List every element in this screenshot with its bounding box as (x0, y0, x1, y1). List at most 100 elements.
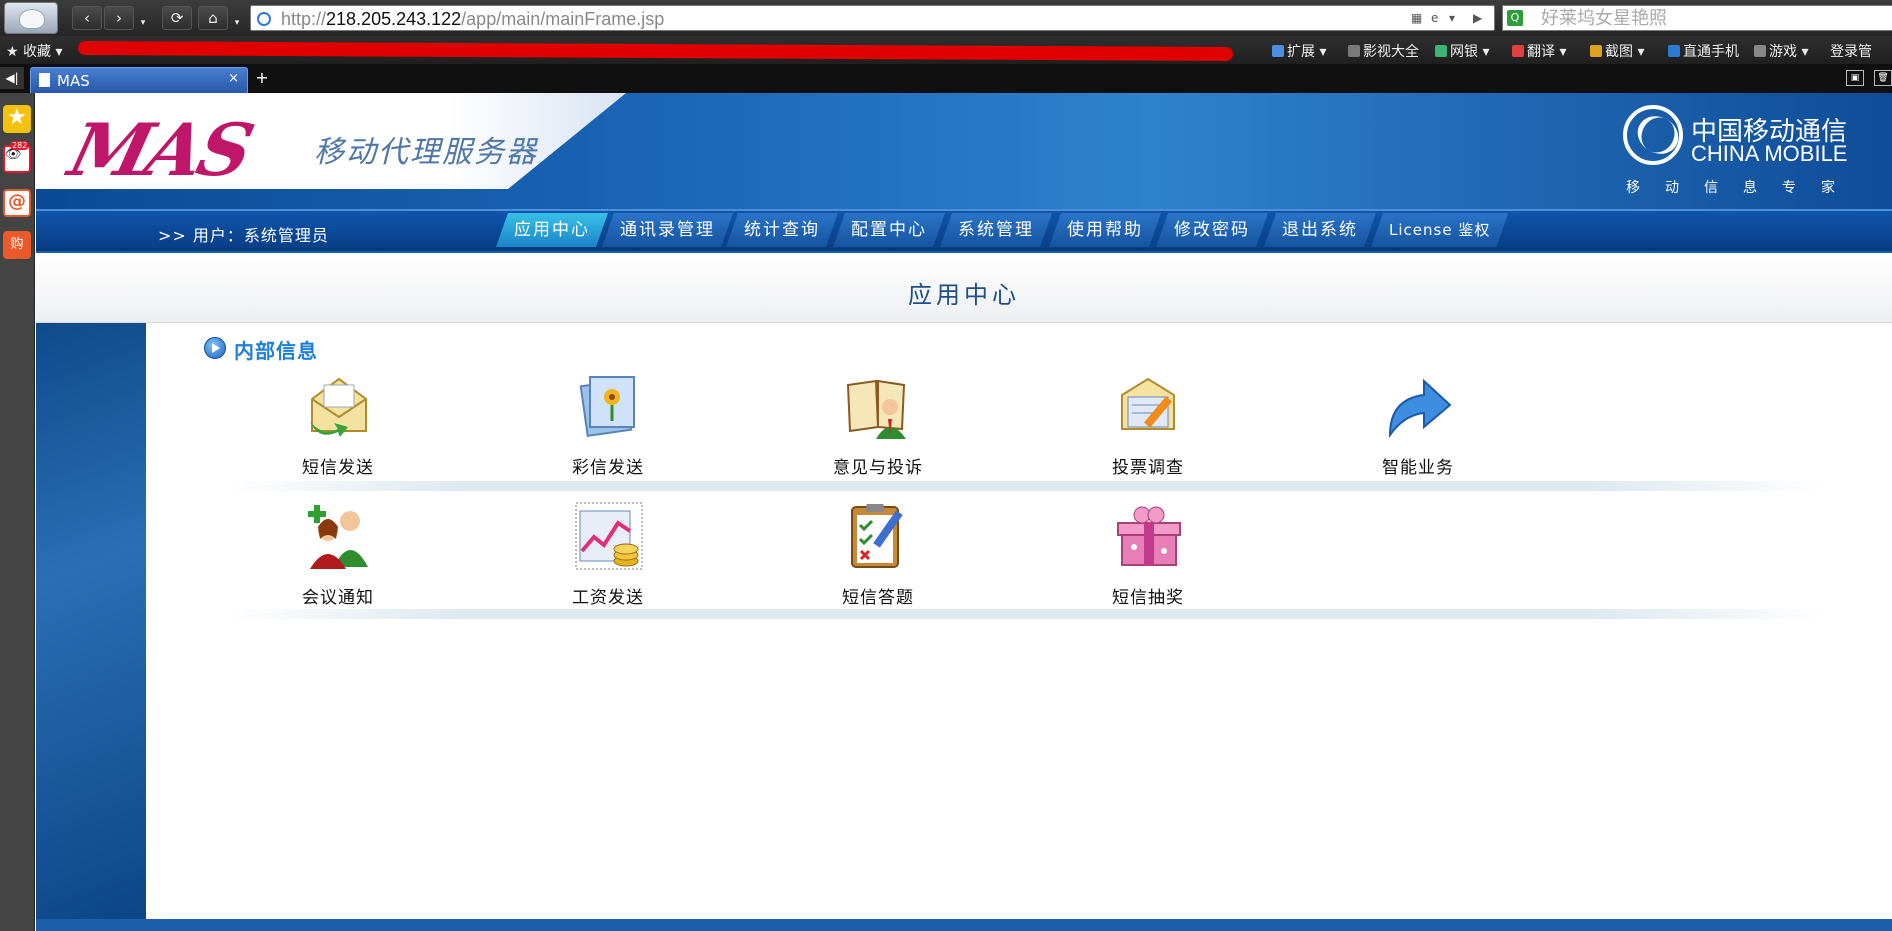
brand-slogan: 移动信息专家 (1626, 180, 1860, 196)
app-feedback[interactable]: 意见与投诉 (788, 371, 968, 491)
nav-config[interactable]: 配置中心 (833, 213, 945, 247)
left-decoration (36, 323, 146, 931)
app-label: 彩信发送 (572, 458, 644, 478)
bookmark-label: 影视大全 (1363, 44, 1419, 60)
app-salary-send[interactable]: 工资发送 (518, 501, 698, 621)
bookmark-movies[interactable]: 影视大全 (1348, 41, 1419, 61)
shield-icon (1435, 45, 1447, 57)
page-info-icon[interactable] (257, 12, 271, 26)
header-banner: MAS 移动代理服务器 中国移动通信 CHINA MOBILE 移动信息专家 (36, 93, 1892, 209)
picture-icon (579, 376, 635, 437)
tab-list-button[interactable]: ◀| (0, 67, 24, 89)
extensions-icon (1272, 45, 1284, 57)
bookmark-label: 扩展 (1287, 44, 1315, 60)
bookmark-extensions[interactable]: 扩展 ▾ (1272, 41, 1326, 61)
bookmark-games[interactable]: 游戏 ▾ (1754, 41, 1808, 61)
login-button[interactable]: 登录管 (1830, 41, 1872, 61)
qrcode-icon[interactable]: ▦ (1411, 11, 1422, 25)
bookmark-phone[interactable]: 直通手机 (1668, 41, 1739, 61)
address-bar[interactable]: http://218.205.243.122/app/main/mainFram… (250, 5, 1495, 31)
search-box[interactable]: Q (1502, 5, 1892, 31)
bookmark-label: 翻译 (1527, 44, 1555, 60)
play-circle-icon (204, 337, 226, 359)
document-icon (39, 73, 50, 87)
browser-toolbar: ‹ › ▾ ⟳ ⌂ ▾ http://218.205.243.122/app/m… (0, 0, 1892, 36)
section-title: 内部信息 (234, 339, 318, 363)
url-host: 218.205.243.122 (326, 9, 462, 29)
go-icon[interactable]: ▶ (1473, 11, 1482, 25)
home-button[interactable]: ⌂ (198, 6, 228, 30)
close-tab-icon[interactable]: × (228, 71, 239, 86)
nav-system[interactable]: 系统管理 (940, 213, 1052, 247)
translate-icon (1512, 45, 1524, 57)
app-label: 短信抽奖 (1112, 588, 1184, 608)
mas-page: MAS 移动代理服务器 中国移动通信 CHINA MOBILE 移动信息专家 >… (36, 93, 1892, 931)
people-icon (308, 505, 368, 569)
compat-mode-icon[interactable]: e (1431, 11, 1438, 25)
nav-statistics[interactable]: 统计查询 (726, 213, 838, 247)
shopping-icon[interactable]: 购 (3, 231, 31, 259)
content-title-bar: 应用中心 (36, 253, 1892, 323)
mas-logo: MAS (61, 107, 259, 192)
bookmark-label: 登录管 (1830, 44, 1872, 60)
main-nav: >> 用户：系统管理员 应用中心 通讯录管理 统计查询 配置中心 系统管理 使用… (36, 209, 1892, 251)
home-dropdown-icon[interactable]: ▾ (230, 11, 244, 35)
nav-contacts[interactable]: 通讯录管理 (602, 213, 733, 247)
search-input[interactable] (1539, 7, 1889, 29)
url-scheme: http:// (281, 9, 327, 29)
envelope-icon (310, 377, 367, 437)
refresh-button[interactable]: ⟳ (162, 6, 192, 30)
bookmark-label: 网银 (1450, 44, 1478, 60)
forward-button[interactable]: › (104, 6, 134, 30)
nav-help[interactable]: 使用帮助 (1049, 213, 1161, 247)
nav-change-password[interactable]: 修改密码 (1156, 213, 1268, 247)
bookmark-translate[interactable]: 翻译 ▾ (1512, 41, 1566, 61)
url-path: /app/main/mainFrame.jsp (461, 9, 665, 29)
app-mms-send[interactable]: 彩信发送 (518, 371, 698, 491)
tab-mas[interactable]: MAS × (30, 67, 248, 93)
nav-app-center[interactable]: 应用中心 (496, 213, 608, 247)
favorites-icon[interactable] (3, 105, 31, 133)
trash-icon[interactable]: 🗑 (1874, 70, 1892, 86)
app-label: 工资发送 (572, 588, 644, 608)
app-panel: 内部信息 短信发送 彩信发送 意见与投诉 投票调查 智能业务 会议通知 工资发送… (146, 323, 1892, 931)
address-dropdown-icon[interactable]: ▾ (1449, 11, 1455, 25)
movie-icon (1348, 45, 1360, 57)
nav-license[interactable]: License 鉴权 (1371, 213, 1508, 247)
bookmarks-menu[interactable]: ★ 收藏 ▾ (6, 41, 63, 61)
browser-logo-icon[interactable] (4, 2, 58, 34)
row-divider (226, 481, 1826, 491)
restore-tab-icon[interactable]: ▣ (1846, 70, 1864, 86)
app-vote[interactable]: 投票调查 (1058, 371, 1238, 491)
bookmark-screenshot[interactable]: 截图 ▾ (1590, 41, 1644, 61)
current-user: >> 用户：系统管理员 (158, 226, 329, 245)
address-text[interactable]: http://218.205.243.122/app/main/mainFram… (281, 9, 664, 30)
search-engine-icon[interactable]: Q (1507, 10, 1523, 26)
app-sms-send[interactable]: 短信发送 (248, 371, 428, 491)
book-person-icon (846, 379, 906, 439)
new-tab-button[interactable]: + (252, 69, 272, 89)
app-sms-quiz[interactable]: 短信答题 (788, 501, 968, 621)
app-sms-lottery[interactable]: 短信抽奖 (1058, 501, 1238, 621)
bookmark-bank[interactable]: 网银 ▾ (1435, 41, 1489, 61)
china-mobile-logo-icon (1623, 105, 1683, 165)
arrow-icon (1388, 378, 1452, 439)
bookmarks-label: 收藏 (23, 44, 52, 60)
app-smart-service[interactable]: 智能业务 (1328, 371, 1508, 491)
app-label: 智能业务 (1382, 458, 1454, 478)
scissors-icon (1590, 45, 1602, 57)
tab-title: MAS (57, 72, 90, 90)
nav-logout[interactable]: 退出系统 (1264, 213, 1376, 247)
history-dropdown-icon[interactable]: ▾ (136, 11, 150, 35)
tab-bar: ◀| MAS × + ▣ 🗑 (0, 64, 1892, 93)
content-area: 应用中心 内部信息 短信发送 彩信发送 意见与投诉 投票调查 智能业务 会议通知… (36, 253, 1892, 931)
clipboard-icon (851, 504, 903, 568)
mail-icon[interactable]: @ (3, 189, 31, 217)
phone-icon (1668, 45, 1680, 57)
app-label: 意见与投诉 (833, 458, 923, 478)
app-meeting-notice[interactable]: 会议通知 (248, 501, 428, 621)
back-button[interactable]: ‹ (72, 6, 102, 30)
envelope-pencil-icon (1121, 377, 1175, 430)
weibo-badge: 282 (10, 141, 30, 150)
app-label: 短信答题 (842, 588, 914, 608)
